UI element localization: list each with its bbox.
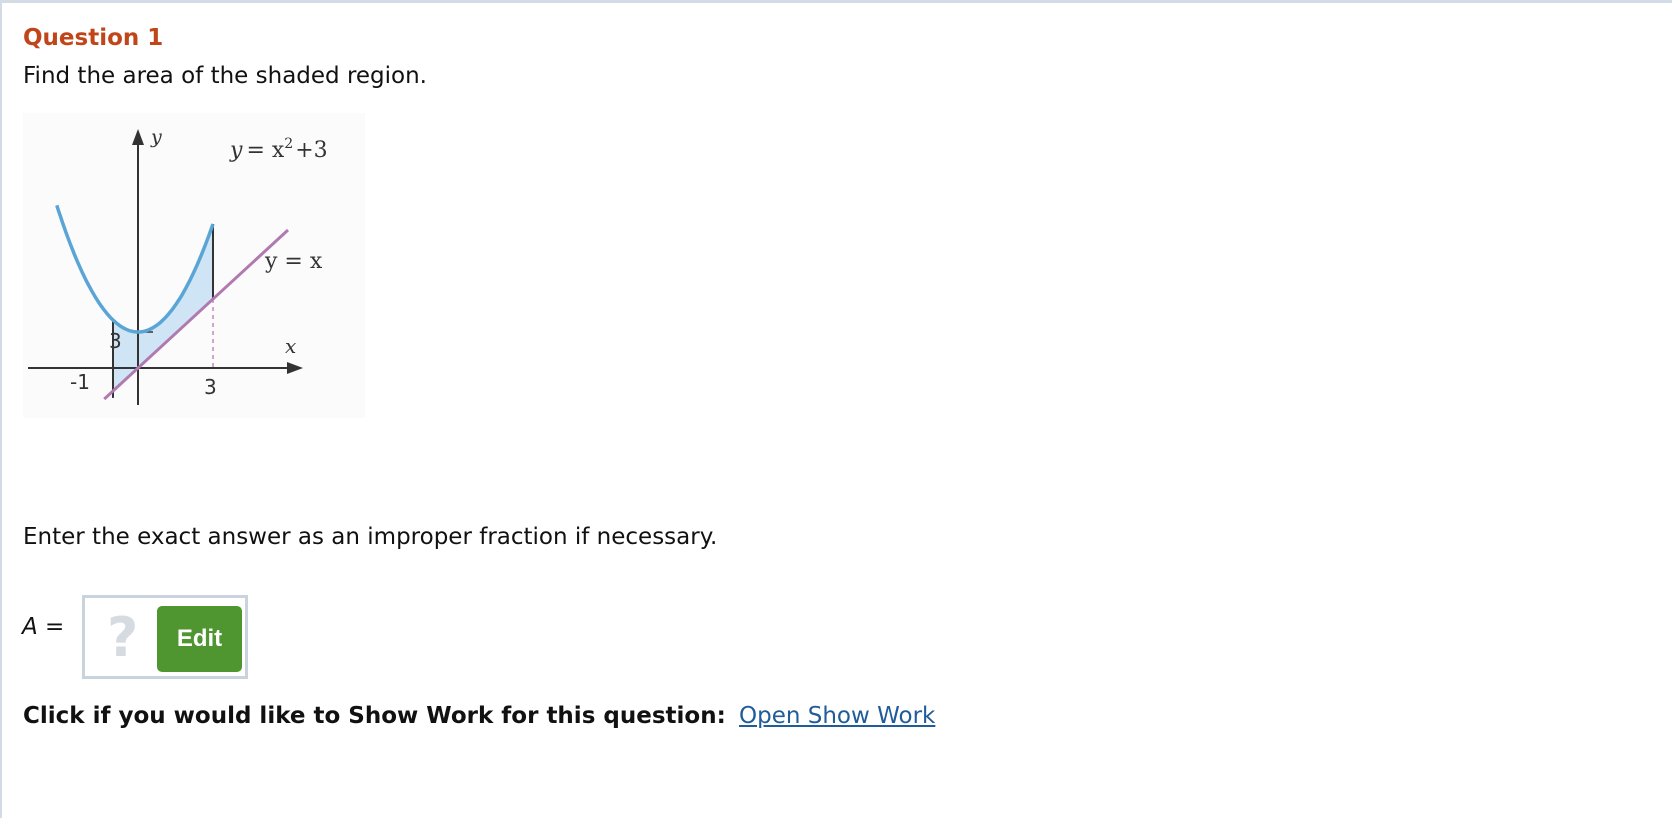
x-axis-label: x: [285, 334, 296, 358]
question-title: Question 1: [23, 25, 164, 51]
show-work-prompt: Click if you would like to Show Work for…: [23, 703, 726, 729]
answer-input-box[interactable]: ? Edit: [82, 595, 248, 679]
answer-label: A =: [22, 614, 65, 640]
tick-label-3: 3: [204, 375, 217, 399]
question-panel: Question 1 Find the area of the shaded r…: [0, 0, 1672, 818]
y-axis-label: y: [150, 126, 162, 148]
graph-figure: y y = x2+3 y = x x 3 -1 3: [23, 113, 365, 418]
question-mark-icon: ?: [107, 606, 139, 669]
tick-label-neg1: -1: [70, 370, 90, 394]
edit-button[interactable]: Edit: [157, 606, 242, 672]
line-label: y = x: [264, 249, 323, 274]
vertex-value-label: 3: [109, 329, 122, 353]
open-show-work-link[interactable]: Open Show Work: [739, 703, 935, 729]
graph-svg: y y = x2+3 y = x x 3 -1 3: [23, 113, 365, 418]
question-prompt: Find the area of the shaded region.: [23, 63, 427, 89]
answer-instruction: Enter the exact answer as an improper fr…: [23, 524, 718, 550]
